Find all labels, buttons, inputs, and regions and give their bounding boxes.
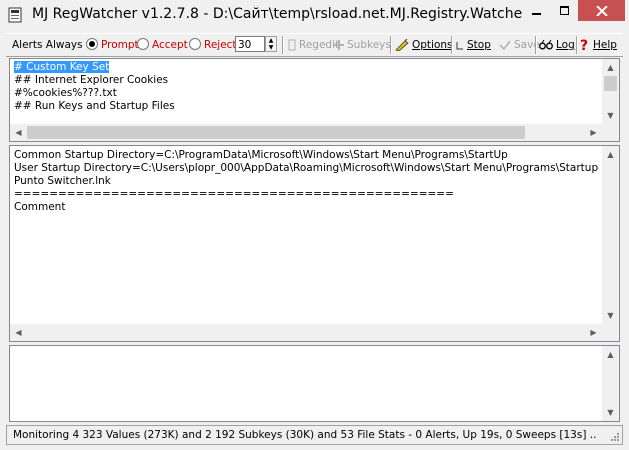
details-horizontal-scrollbar[interactable]: ◀ ▶ [10,324,602,341]
list-item[interactable]: # Custom Key Set [14,61,110,73]
options-label: Options [412,39,453,51]
maximize-icon [559,5,569,15]
help-icon: ? [580,38,588,52]
toolbar-divider [451,36,453,54]
scroll-left-icon[interactable]: ◀ [10,124,27,141]
detail-line: User Startup Directory=C:\Users\plopr_00… [14,162,599,174]
save-icon [499,40,511,50]
app-icon [8,7,22,23]
detail-line: Common Startup Directory=C:\ProgramData\… [14,149,508,161]
scroll-down-icon[interactable]: ▼ [602,107,619,124]
key-set-horizontal-scrollbar[interactable]: ◀ ▶ [10,124,602,141]
scroll-thumb[interactable] [27,126,525,139]
scroll-up-icon[interactable]: ▲ [602,59,619,76]
help-label: Help [593,39,617,51]
log-button[interactable]: Log [539,35,575,55]
title-bar: MJ RegWatcher v1.2.7.8 - D:\Сайт\temp\rs… [0,0,629,30]
stop-button[interactable]: Stop [456,35,491,55]
minimize-button[interactable] [522,0,551,21]
subkeys-icon [334,40,344,50]
close-button[interactable] [578,0,625,21]
accept-radio-button[interactable] [137,38,149,50]
accept-label: Accept [152,39,188,51]
list-item[interactable]: #%cookies%???.txt [14,87,117,99]
prompt-radio[interactable]: Prompt [86,37,139,53]
scroll-left-icon[interactable]: ◀ [10,324,27,341]
key-set-editor[interactable]: # Custom Key Set ## Internet Explorer Co… [9,58,620,142]
scroll-corner [602,324,619,341]
details-vertical-scrollbar[interactable]: ▲ ▼ [602,146,619,324]
reject-radio[interactable]: Reject [189,37,237,53]
scroll-right-icon[interactable]: ▶ [585,324,602,341]
options-button[interactable]: Options [395,35,453,55]
spin-up-icon[interactable]: ▲ [266,37,276,44]
help-button[interactable]: ? Help [580,35,617,55]
log-label: Log [556,39,575,51]
status-bar: Monitoring 4 323 Values (273K) and 2 192… [6,425,623,445]
toolbar-divider [390,36,392,54]
scroll-up-icon[interactable]: ▲ [602,346,619,363]
scroll-right-icon[interactable]: ▶ [585,124,602,141]
window-title: MJ RegWatcher v1.2.7.8 - D:\Сайт\temp\rs… [32,6,522,22]
size-grip-icon[interactable] [610,432,620,442]
stop-label: Stop [467,39,491,51]
toolbar-divider [535,36,537,54]
list-item[interactable]: ## Internet Explorer Cookies [14,74,168,86]
interval-stepper[interactable]: ▲ ▼ [265,36,277,52]
save-button[interactable]: Save [499,35,540,55]
reject-label: Reject [204,39,237,51]
toolbar-divider [576,36,578,54]
subkeys-button[interactable]: Subkeys [334,35,391,55]
list-item[interactable]: ## Run Keys and Startup Files [14,100,175,112]
stop-icon [456,42,463,50]
scroll-corner [602,124,619,141]
interval-input[interactable]: 30 [235,36,265,52]
key-set-vertical-scrollbar[interactable]: ▲ ▼ [602,59,619,124]
scroll-thumb[interactable] [604,76,617,91]
scroll-up-icon[interactable]: ▲ [602,146,619,163]
prompt-label: Prompt [101,39,139,51]
reject-radio-button[interactable] [189,38,201,50]
regedit-button[interactable]: Regedit [288,35,339,55]
detail-line: ========================================… [14,188,454,200]
status-text: Monitoring 4 323 Values (273K) and 2 192… [13,429,597,441]
detail-line: Comment [14,201,66,213]
maximize-button[interactable] [551,0,578,21]
alert-log-pane[interactable]: ▲ ▼ [9,345,620,422]
options-icon [395,39,409,51]
scroll-down-icon[interactable]: ▼ [602,307,619,324]
detail-line: Punto Switcher.lnk [14,175,111,187]
minimize-icon [531,12,541,15]
svg-text:?: ? [580,38,588,52]
regedit-icon [288,39,296,51]
details-text: Common Startup Directory=C:\ProgramData\… [14,149,598,214]
close-icon [595,5,608,16]
alerts-label: Alerts Always :- [12,39,94,51]
toolbar: Alerts Always :- Prompt Accept Reject 30… [6,33,623,57]
log-icon [539,40,553,50]
accept-radio[interactable]: Accept [137,37,188,53]
spin-down-icon[interactable]: ▼ [266,44,276,51]
key-set-text[interactable]: # Custom Key Set ## Internet Explorer Co… [14,61,175,113]
scroll-down-icon[interactable]: ▼ [602,404,619,421]
prompt-radio-button[interactable] [86,38,98,50]
subkeys-label: Subkeys [347,39,391,51]
toolbar-divider [282,36,284,54]
details-pane[interactable]: Common Startup Directory=C:\ProgramData\… [9,145,620,342]
alert-log-vertical-scrollbar[interactable]: ▲ ▼ [602,346,619,421]
